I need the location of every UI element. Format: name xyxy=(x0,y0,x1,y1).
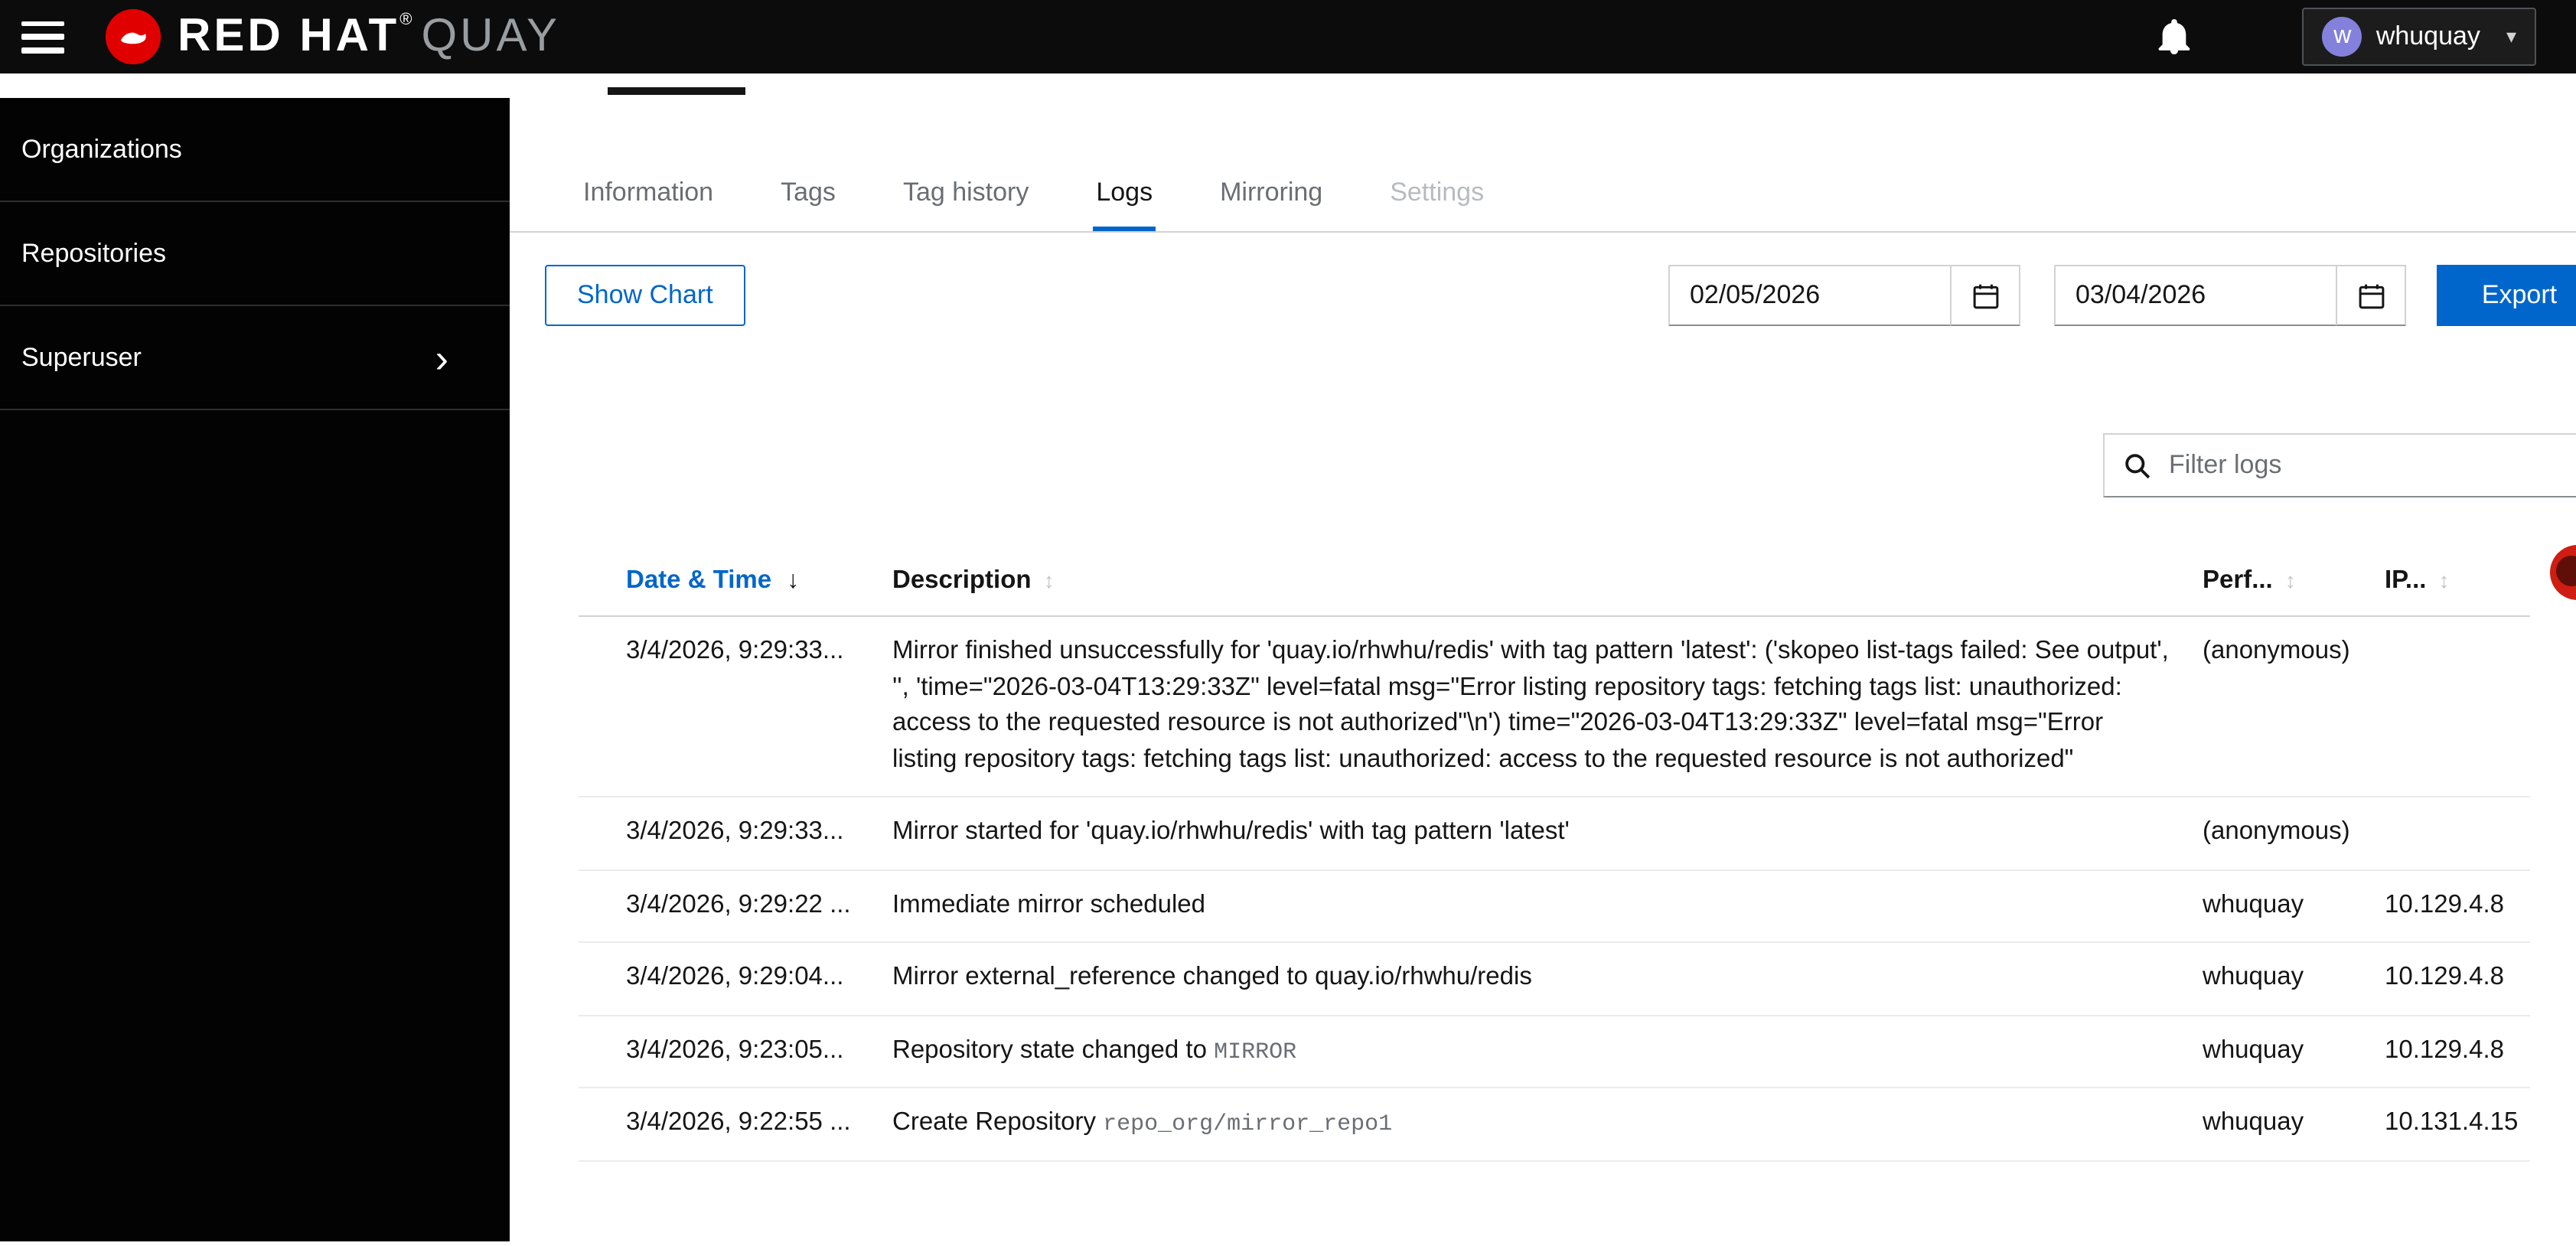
column-header-date[interactable]: Date & Time ↓ xyxy=(579,566,892,595)
log-performed-by: whuquay xyxy=(2203,1108,2304,1136)
chevron-down-icon: ▾ xyxy=(2506,24,2516,47)
user-menu-button[interactable]: w whuquay ▾ xyxy=(2302,8,2536,66)
table-row: 3/4/2026, 9:29:04... Mirror external_ref… xyxy=(579,943,2530,1016)
calendar-icon[interactable] xyxy=(2336,265,2406,326)
brand-logo: RED HAT® QUAY xyxy=(104,8,560,66)
table-row: 3/4/2026, 9:29:33... Mirror started for … xyxy=(579,798,2530,870)
export-button[interactable]: Export xyxy=(2437,265,2576,326)
date-from-input[interactable] xyxy=(1668,265,1950,326)
log-performed-by: whuquay xyxy=(2203,1036,2304,1063)
page-title-clipped xyxy=(608,87,745,95)
table-row: 3/4/2026, 9:29:22 ... Immediate mirror s… xyxy=(579,870,2530,943)
log-date: 3/4/2026, 9:23:05... xyxy=(626,1036,844,1063)
log-ip: 10.129.4.8 xyxy=(2385,890,2504,918)
app-header: RED HAT® QUAY w whuquay ▾ xyxy=(0,0,2576,73)
sort-icon: ↕ xyxy=(2438,568,2450,592)
date-to-picker xyxy=(2054,265,2406,326)
brand-quay: QUAY xyxy=(421,11,561,61)
sidebar-item-repositories[interactable]: Repositories xyxy=(0,202,510,306)
nav-toggle-hamburger-icon[interactable] xyxy=(21,21,64,53)
log-description-code: MIRROR xyxy=(1214,1039,1297,1065)
log-description: Mirror external_reference changed to qua… xyxy=(892,963,1532,990)
log-description: Repository state changed to MIRROR xyxy=(892,1036,1297,1065)
main-content: Information Tags Tag history Logs Mirror… xyxy=(510,73,2576,1246)
sidebar-item-superuser[interactable]: Superuser › xyxy=(0,306,510,410)
column-header-description[interactable]: Description ↕ xyxy=(892,566,2203,595)
tab-tag-history[interactable]: Tag history xyxy=(900,159,1032,231)
sort-icon: ↕ xyxy=(2284,568,2296,592)
log-date: 3/4/2026, 9:29:22 ... xyxy=(626,890,851,918)
table-row: 3/4/2026, 9:23:05... Repository state ch… xyxy=(579,1016,2530,1088)
log-performed-by: whuquay xyxy=(2203,963,2304,990)
filter-logs-searchbox xyxy=(2103,433,2576,497)
date-from-picker xyxy=(1668,265,2020,326)
user-avatar: w xyxy=(2322,17,2362,57)
brand-registered-mark: ® xyxy=(399,11,416,29)
sidebar-item-label: Organizations xyxy=(21,134,182,163)
log-date: 3/4/2026, 9:29:04... xyxy=(626,963,844,990)
column-header-ip[interactable]: IP... ↕ xyxy=(2385,566,2530,595)
logs-table: Date & Time ↓ Description ↕ Perf... ↕ IP...… xyxy=(579,566,2530,1161)
calendar-icon[interactable] xyxy=(1950,265,2020,326)
log-description: Immediate mirror scheduled xyxy=(892,890,1205,918)
sort-desc-icon: ↓ xyxy=(787,568,800,594)
log-performed-by: (anonymous) xyxy=(2203,637,2350,664)
log-description: Create Repository repo_org/mirror_repo1 xyxy=(892,1108,1393,1137)
show-chart-button[interactable]: Show Chart xyxy=(545,265,745,326)
red-hat-logo-icon xyxy=(105,8,161,65)
brand-red-hat: RED HAT xyxy=(178,11,400,61)
log-date: 3/4/2026, 9:22:55 ... xyxy=(626,1108,851,1136)
tab-information[interactable]: Information xyxy=(580,159,716,231)
log-ip: 10.129.4.8 xyxy=(2385,963,2504,990)
column-header-performed-by[interactable]: Perf... ↕ xyxy=(2203,566,2385,595)
log-ip: 10.129.4.8 xyxy=(2385,1036,2504,1063)
tab-logs[interactable]: Logs xyxy=(1093,159,1156,231)
table-row: 3/4/2026, 9:22:55 ... Create Repository … xyxy=(579,1088,2530,1161)
log-date: 3/4/2026, 9:29:33... xyxy=(626,637,844,664)
filter-logs-input[interactable] xyxy=(2166,448,2576,482)
user-name: whuquay xyxy=(2375,21,2480,51)
sidebar-item-organizations[interactable]: Organizations xyxy=(0,98,510,202)
log-date: 3/4/2026, 9:29:33... xyxy=(626,817,844,845)
log-description: Mirror started for 'quay.io/rhwhu/redis'… xyxy=(892,817,1570,845)
log-description-code: repo_org/mirror_repo1 xyxy=(1103,1111,1393,1137)
notifications-bell-icon[interactable] xyxy=(2158,19,2190,54)
sort-icon: ↕ xyxy=(1043,568,1055,592)
table-row: 3/4/2026, 9:29:33... Mirror finished uns… xyxy=(579,617,2530,798)
table-header-row: Date & Time ↓ Description ↕ Perf... ↕ IP...… xyxy=(579,566,2530,617)
sidebar: Organizations Repositories Superuser › xyxy=(0,98,510,1241)
log-ip: 10.131.4.15 xyxy=(2385,1108,2519,1136)
search-icon xyxy=(2125,453,2150,478)
log-description: Mirror finished unsuccessfully for 'quay… xyxy=(892,637,2169,772)
tab-mirroring[interactable]: Mirroring xyxy=(1217,159,1325,231)
log-performed-by: (anonymous) xyxy=(2203,817,2350,845)
chevron-right-icon: › xyxy=(435,334,448,380)
tab-tags[interactable]: Tags xyxy=(778,159,839,231)
date-to-input[interactable] xyxy=(2054,265,2336,326)
log-performed-by: whuquay xyxy=(2203,890,2304,918)
sidebar-item-label: Superuser xyxy=(21,342,142,371)
repo-tabbar: Information Tags Tag history Logs Mirror… xyxy=(510,159,2576,233)
app-root: RED HAT® QUAY w whuquay ▾ Organizations R… xyxy=(0,0,2576,1246)
tab-settings[interactable]: Settings xyxy=(1387,159,1487,231)
sidebar-item-label: Repositories xyxy=(21,238,166,267)
